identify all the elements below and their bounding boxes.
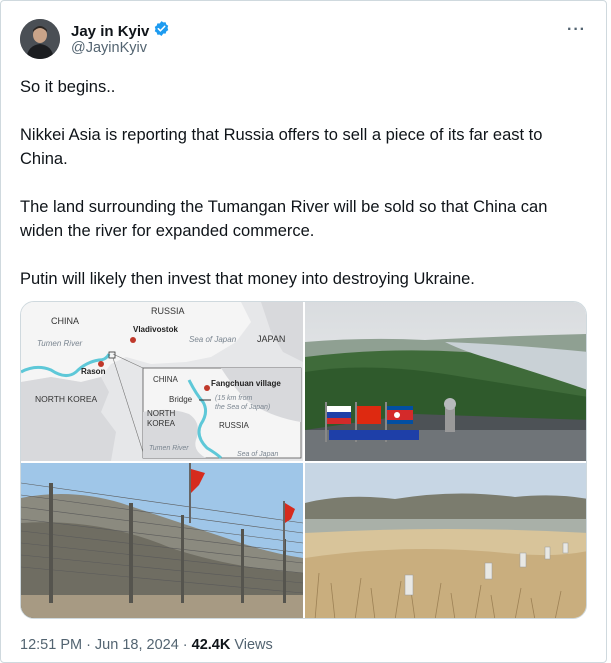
inset-label-tumen-river: Tumen River [149, 445, 189, 452]
inset-label-north: NORTH [147, 409, 176, 418]
map-image[interactable]: CHINA RUSSIA Vladivostok Sea of Japan JA… [21, 302, 303, 461]
footer-separator: · [86, 637, 91, 653]
footer-separator: · [182, 637, 188, 653]
map-label-japan: JAPAN [257, 334, 285, 344]
tweet-paragraph: The land surrounding the Tumangan River … [20, 198, 548, 240]
map-label-vladivostok: Vladivostok [133, 325, 178, 334]
media-grid: CHINA RUSSIA Vladivostok Sea of Japan JA… [20, 301, 587, 619]
riverbank-photo[interactable] [305, 463, 586, 618]
inset-label-korea: KOREA [147, 419, 176, 428]
river-view-photo[interactable] [305, 302, 586, 461]
map-label-rason: Rason [81, 367, 106, 376]
views-count[interactable]: 42.4K [192, 637, 231, 653]
inset-label-bridge: Bridge [169, 395, 193, 404]
inset-label-sea-of-japan: Sea of Japan [237, 451, 278, 458]
inset-label-village: Fangchuan village [211, 379, 281, 388]
map-label-china: CHINA [51, 316, 79, 326]
inset-label-china: CHINA [153, 375, 179, 384]
inset-label-russia: RUSSIA [219, 421, 249, 430]
author-name[interactable]: Jay in Kyiv [71, 23, 149, 40]
map-label-russia: RUSSIA [151, 306, 185, 316]
tweet-paragraph: So it begins.. [20, 78, 116, 96]
tweet-footer: 12:51 PM · Jun 18, 2024 · 42.4K Views [20, 637, 273, 653]
more-options-icon[interactable]: ··· [567, 21, 586, 39]
tweet-paragraph: Putin will likely then invest that money… [20, 270, 475, 288]
tweet-card: Jay in Kyiv @JayinKyiv ··· So it begins.… [0, 0, 607, 663]
map-label-north-korea: NORTH KOREA [35, 394, 98, 404]
tweet-time[interactable]: 12:51 PM [20, 637, 82, 653]
map-label-sea-of-japan: Sea of Japan [189, 335, 237, 344]
map-label-tumen-river: Tumen River [37, 339, 83, 348]
avatar[interactable] [20, 19, 60, 59]
views-label: Views [234, 637, 273, 653]
author-name-row[interactable]: Jay in Kyiv [71, 20, 170, 42]
tweet-text: So it begins.. Nikkei Asia is reporting … [20, 75, 592, 315]
inset-label-note-line1: (15 km from [215, 395, 253, 402]
tweet-paragraph: Nikkei Asia is reporting that Russia off… [20, 126, 543, 168]
border-fence-photo[interactable] [21, 463, 303, 618]
verified-badge-icon [153, 20, 170, 42]
tweet-date[interactable]: Jun 18, 2024 [95, 637, 179, 653]
inset-label-note-line2: the Sea of Japan) [215, 404, 270, 411]
author-handle[interactable]: @JayinKyiv [71, 40, 147, 56]
